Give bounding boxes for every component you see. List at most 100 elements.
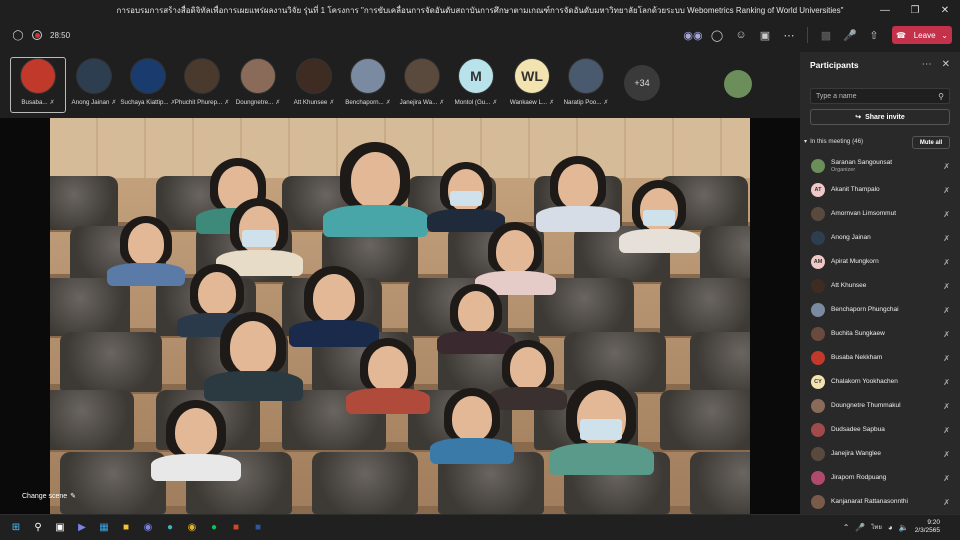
chat-icon[interactable]: ◯ [705, 24, 729, 46]
participant-list-item[interactable]: Dudsadee Sapbua ✗ [800, 418, 960, 442]
participant-list-item[interactable]: Att Khunsee ✗ [800, 274, 960, 298]
widgets-icon[interactable]: ▦ [96, 519, 112, 535]
participant-thumbnail[interactable]: Benchaporn... ✗ [340, 58, 396, 110]
more-icon[interactable]: ⋯ [777, 24, 801, 46]
people-icon[interactable]: ◉◉ [681, 24, 705, 46]
participant-list-item[interactable]: Jiraporn Rodpuang ✗ [800, 466, 960, 490]
participant-list-item[interactable]: Saranan Sangounsat Organizer ✗ [800, 154, 960, 178]
change-scene-button[interactable]: Change scene ✎ [22, 492, 77, 501]
mic-muted-icon[interactable]: ✗ [943, 258, 950, 267]
mic-muted-icon[interactable]: ✗ [943, 330, 950, 339]
participant-list-item[interactable]: CY Chalakorn Yookhachen ✗ [800, 370, 960, 394]
mic-icon[interactable]: 🎤 [838, 24, 862, 46]
reactions-icon[interactable]: ☺ [729, 24, 753, 46]
share-icon[interactable]: ⇧ [862, 24, 886, 46]
rooms-icon[interactable]: ▣ [753, 24, 777, 46]
participant-thumbnail[interactable]: Suchaya Kiattip... ✗ [120, 58, 176, 110]
participant-thumbnail[interactable]: Phuchit Phurep... ✗ [174, 58, 230, 110]
camera-icon[interactable]: ▩ [814, 24, 838, 46]
mute-all-button[interactable]: Mute all [912, 136, 950, 149]
pencil-icon: ✎ [70, 493, 77, 500]
participant-list-item[interactable]: Janejira Wanglee ✗ [800, 442, 960, 466]
participant-face [496, 229, 534, 273]
participant-thumbnail[interactable]: Anong Jainan ✗ [66, 58, 122, 110]
mic-muted-icon[interactable]: ✗ [943, 186, 950, 195]
mic-muted-icon[interactable]: ✗ [943, 354, 950, 363]
participant-name-row: Wankaew L... ✗ [510, 99, 554, 106]
chevron-down-icon: ▾ [804, 138, 808, 145]
mic-muted-icon[interactable]: ✗ [943, 378, 950, 387]
participant-thumbnail[interactable]: WL Wankaew L... ✗ [504, 58, 560, 110]
participant-list-item[interactable]: Anong Jainan ✗ [800, 226, 960, 250]
participant-list-item[interactable]: Kanjanarat Rattanasonnthi ✗ [800, 490, 960, 514]
participant-list-item[interactable]: Doungnetre Thummakul ✗ [800, 394, 960, 418]
start-icon[interactable]: ⊞ [8, 519, 24, 535]
mic-muted-icon[interactable]: ✗ [943, 426, 950, 435]
mic-muted-icon[interactable]: ✗ [943, 162, 950, 171]
participant-face [558, 163, 598, 209]
chevron-up-icon[interactable]: ⌃ [843, 523, 850, 532]
self-avatar[interactable] [724, 70, 752, 98]
search-taskbar-icon[interactable]: ⚲ [30, 519, 46, 535]
mic-muted-icon: ✗ [549, 100, 555, 106]
language-indicator[interactable]: ไทย [871, 522, 882, 532]
chevron-down-icon[interactable]: ⌄ [941, 31, 948, 40]
video-icon[interactable]: ▶ [74, 519, 90, 535]
word-icon[interactable]: ■ [250, 519, 266, 535]
chrome-icon[interactable]: ◉ [184, 519, 200, 535]
participant-thumbnail[interactable]: Att Khunsee ✗ [286, 58, 342, 110]
mic-muted-icon[interactable]: ✗ [943, 402, 950, 411]
shield-icon[interactable]: ◯ [12, 29, 24, 41]
participant-thumbnail[interactable]: Busaba... ✗ [10, 57, 66, 113]
avatar [350, 58, 386, 94]
mic-muted-icon[interactable]: ✗ [943, 234, 950, 243]
wifi-icon[interactable]: ◕ [888, 523, 893, 532]
leave-button[interactable]: ☎ Leave ⌄ [892, 26, 952, 44]
mic-muted-tray-icon[interactable]: 🎤 [855, 523, 865, 532]
mic-muted-icon: ✗ [492, 100, 498, 106]
line-icon[interactable]: ● [206, 519, 222, 535]
participant-name-row: Benchaporn... ✗ [345, 99, 391, 106]
in-meeting-section[interactable]: ▾ In this meeting (46) [804, 138, 863, 145]
edge-icon[interactable]: ● [162, 519, 178, 535]
minimize-icon[interactable]: — [870, 0, 900, 20]
participant-list-item[interactable]: Benchaporn Phungchai ✗ [800, 298, 960, 322]
participant-list-item[interactable]: AM Apirat Mungkorn ✗ [800, 250, 960, 274]
participant-list-item[interactable]: AT Akanit Thampalo ✗ [800, 178, 960, 202]
window-title: การอบรมการสร้างสื่อดิจิทัลเพื่อการเผยแพร… [116, 5, 844, 15]
teams-icon[interactable]: ◉ [140, 519, 156, 535]
powerpoint-icon[interactable]: ■ [228, 519, 244, 535]
participant-list-item[interactable]: Buchita Sungkaew ✗ [800, 322, 960, 346]
search-input[interactable] [816, 92, 926, 100]
maximize-icon[interactable]: ❐ [900, 0, 930, 20]
panel-more-icon[interactable]: ⋯ [922, 59, 932, 70]
share-invite-button[interactable]: ↪ Share invite [810, 109, 950, 125]
mic-muted-icon[interactable]: ✗ [943, 282, 950, 291]
task-view-icon[interactable]: ▣ [52, 519, 68, 535]
participant-thumbnail[interactable]: Janejira Wa... ✗ [394, 58, 450, 110]
participant-thumbnail[interactable]: M Montol (Gu... ✗ [448, 58, 504, 110]
avatar [811, 447, 825, 461]
volume-icon[interactable]: 🔈 [899, 523, 909, 532]
participant-thumbnail[interactable]: Naratip Poo... ✗ [558, 58, 614, 110]
clock[interactable]: 9:20 2/3/2565 [915, 519, 940, 536]
more-participants-button[interactable]: +34 [624, 65, 660, 101]
panel-close-icon[interactable]: ✕ [942, 59, 950, 70]
participant-thumbnail[interactable]: Doungnetre... ✗ [230, 58, 286, 110]
participant-body [618, 228, 700, 253]
mic-muted-icon[interactable]: ✗ [943, 474, 950, 483]
scene-seat [700, 226, 750, 282]
mic-muted-icon[interactable]: ✗ [943, 498, 950, 507]
mic-muted-icon: ✗ [329, 100, 335, 106]
mic-muted-icon[interactable]: ✗ [943, 210, 950, 219]
mic-muted-icon[interactable]: ✗ [943, 306, 950, 315]
file-explorer-icon[interactable]: ■ [118, 519, 134, 535]
mic-muted-icon[interactable]: ✗ [943, 450, 950, 459]
participant-list-item[interactable]: Amornvan Limsommut ✗ [800, 202, 960, 226]
participant-name: Att Khunsee [831, 282, 867, 290]
participant-list-item[interactable]: Busaba Nekkham ✗ [800, 346, 960, 370]
scene-seat [50, 278, 130, 336]
mic-muted-icon: ✗ [111, 100, 117, 106]
participant-search[interactable]: ⚲ [810, 88, 950, 104]
close-window-icon[interactable]: ✕ [930, 0, 960, 20]
